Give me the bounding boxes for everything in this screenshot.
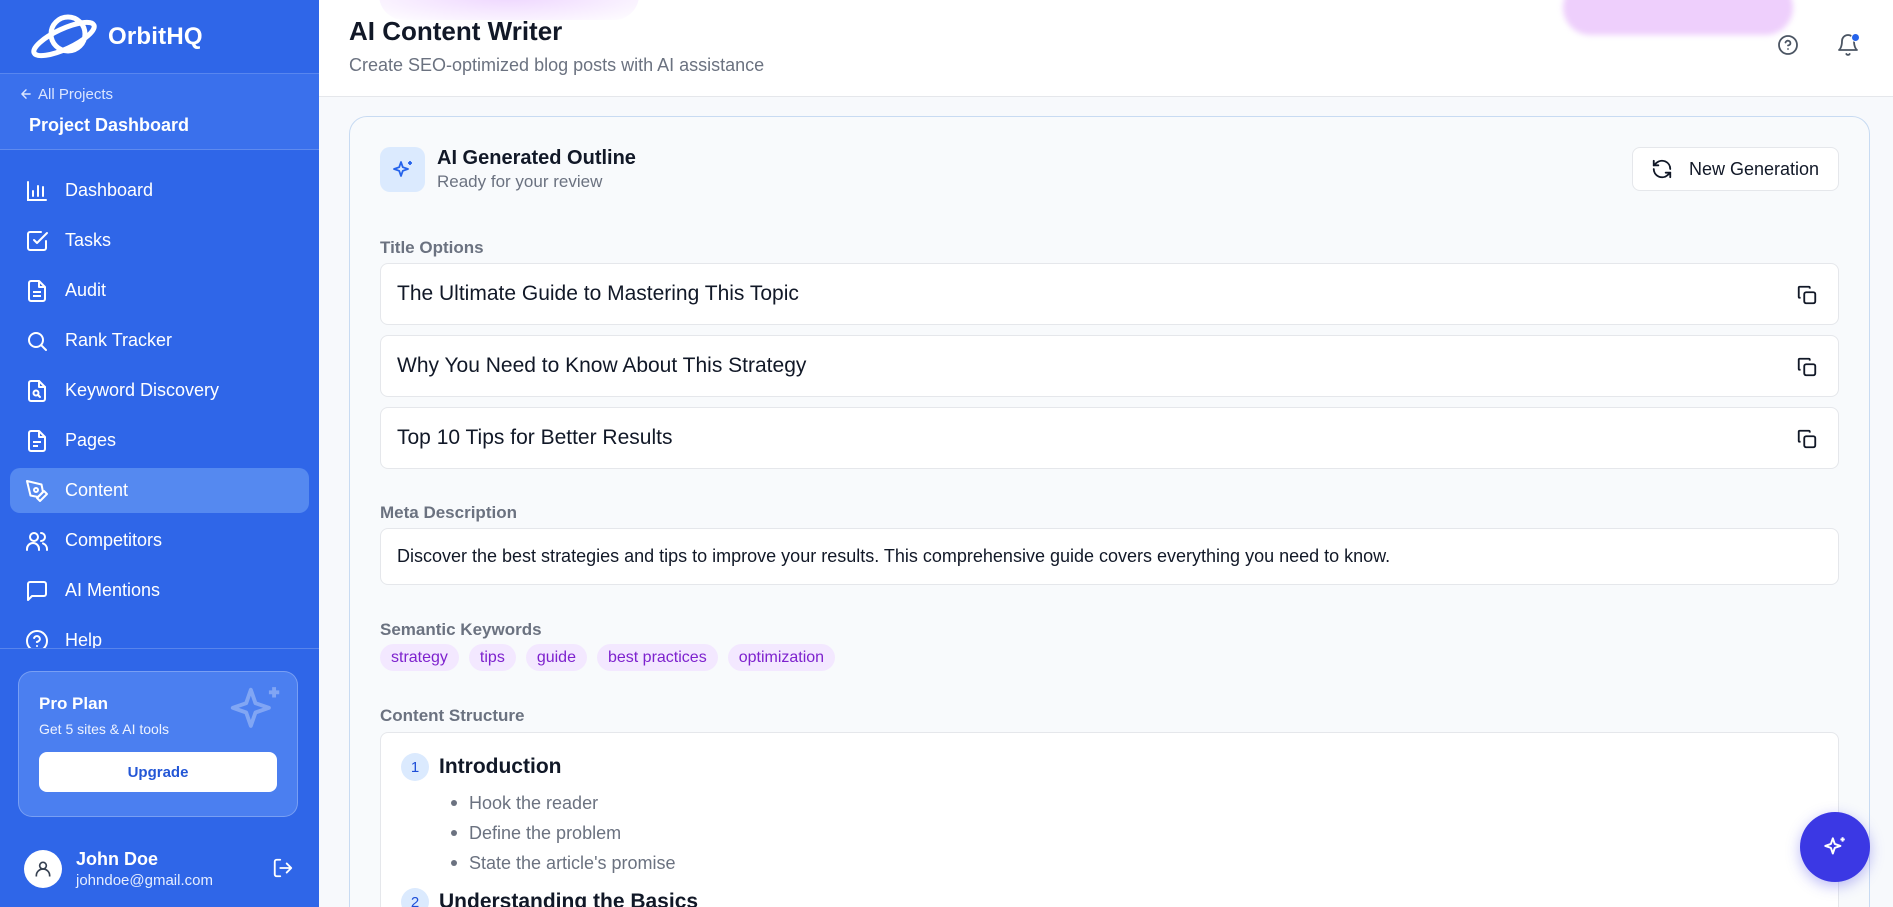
keyword-chip[interactable]: strategy <box>380 644 459 671</box>
section-title: Introduction <box>439 755 562 778</box>
sidebar-item-audit[interactable]: Audit <box>10 268 309 313</box>
sidebar-item-label: AI Mentions <box>65 580 161 600</box>
new-generation-button[interactable]: New Generation <box>1632 147 1839 191</box>
title-option[interactable]: The Ultimate Guide to Mastering This Top… <box>380 263 1839 325</box>
card-title: AI Generated Outline <box>437 147 636 169</box>
content-structure: 1 Introduction Hook the reader Define th… <box>380 732 1839 907</box>
section-point: Hook the reader <box>451 788 676 818</box>
content-structure-label: Content Structure <box>380 706 525 725</box>
notification-dot <box>1851 33 1860 42</box>
sidebar-item-label: Pages <box>65 430 117 450</box>
brand[interactable]: OrbitHQ <box>0 0 319 73</box>
copy-icon[interactable] <box>1796 428 1818 450</box>
card-header: AI Generated Outline Ready for your revi… <box>380 147 636 192</box>
keyword-chip[interactable]: guide <box>525 644 587 671</box>
sidebar-item-content[interactable]: Content <box>10 468 309 513</box>
sidebar-item-keyword-discovery[interactable]: Keyword Discovery <box>10 368 309 413</box>
new-generation-label: New Generation <box>1689 158 1820 179</box>
ai-assistant-button[interactable] <box>1800 812 1870 882</box>
project-title: Project Dashboard <box>29 115 190 135</box>
all-projects-label: All Projects <box>38 85 114 103</box>
divider <box>0 648 319 649</box>
logout-icon[interactable] <box>272 857 294 879</box>
sidebar-item-ai-mentions[interactable]: AI Mentions <box>10 568 309 613</box>
user-name: John Doe <box>76 849 159 869</box>
sidebar-item-pages[interactable]: Pages <box>10 418 309 463</box>
sidebar-item-label: Content <box>65 480 129 500</box>
sparkle-icon <box>230 687 280 728</box>
copy-icon[interactable] <box>1796 356 1818 378</box>
section-point: Define the problem <box>451 818 676 848</box>
title-options-label: Title Options <box>380 238 484 257</box>
page-subtitle: Create SEO-optimized blog posts with AI … <box>349 55 765 75</box>
sidebar: OrbitHQ All Projects Project Dashboard D… <box>0 0 319 907</box>
section-point: State the article's promise <box>451 848 676 878</box>
sidebar-item-dashboard[interactable]: Dashboard <box>10 168 309 213</box>
keyword-chips: strategy tips guide best practices optim… <box>380 644 836 671</box>
refresh-icon <box>1652 159 1672 179</box>
title-option-text: The Ultimate Guide to Mastering This Top… <box>397 282 799 305</box>
project-box: All Projects Project Dashboard <box>0 73 319 150</box>
structure-section[interactable]: 2 Understanding the Basics <box>401 888 698 907</box>
section-points: Hook the reader Define the problem State… <box>451 788 676 878</box>
checkbox-icon <box>27 230 48 251</box>
structure-section[interactable]: 1 Introduction <box>401 753 561 781</box>
document-icon <box>28 279 46 302</box>
keyword-chip[interactable]: tips <box>468 644 516 671</box>
file-search-icon <box>28 379 46 402</box>
user-icon <box>35 861 51 877</box>
sidebar-item-label: Audit <box>65 280 107 300</box>
sidebar-item-label: Dashboard <box>65 180 154 200</box>
sidebar-item-label: Competitors <box>65 530 163 550</box>
user-profile[interactable]: John Doe johndoe@gmail.com <box>24 849 294 889</box>
outline-card: AI Generated Outline Ready for your revi… <box>349 116 1870 907</box>
semantic-keywords-label: Semantic Keywords <box>380 620 542 639</box>
title-option-text: Why You Need to Know About This Strategy <box>397 354 807 377</box>
title-option[interactable]: Why You Need to Know About This Strategy <box>380 335 1839 397</box>
user-email: johndoe@gmail.com <box>76 872 213 889</box>
card-subtitle: Ready for your review <box>437 172 603 191</box>
file-text-icon <box>28 429 46 452</box>
orbit-logo-icon <box>31 14 97 58</box>
sidebar-item-rank-tracker[interactable]: Rank Tracker <box>10 318 309 363</box>
sidebar-item-competitors[interactable]: Competitors <box>10 518 309 563</box>
keyword-chip[interactable]: best practices <box>596 644 718 671</box>
section-title: Understanding the Basics <box>439 890 699 907</box>
arrow-left-icon <box>21 89 31 99</box>
page-title: AI Content Writer <box>349 16 563 46</box>
sidebar-item-label: Tasks <box>65 230 112 250</box>
section-number: 2 <box>401 888 429 907</box>
meta-description-label: Meta Description <box>380 503 517 522</box>
sparkle-icon <box>392 160 412 177</box>
copy-icon[interactable] <box>1796 284 1818 306</box>
brand-name: OrbitHQ <box>108 22 203 50</box>
ai-sparkle-badge <box>380 147 425 192</box>
sidebar-item-label: Keyword Discovery <box>65 380 220 400</box>
title-option[interactable]: Top 10 Tips for Better Results <box>380 407 1839 469</box>
message-square-icon <box>27 580 47 601</box>
meta-description-field[interactable]: Discover the best strategies and tips to… <box>380 528 1839 585</box>
sidebar-item-label: Rank Tracker <box>65 330 173 350</box>
all-projects-link[interactable]: All Projects <box>19 84 319 104</box>
title-option-text: Top 10 Tips for Better Results <box>397 426 673 449</box>
notifications-button[interactable] <box>1836 33 1860 57</box>
help-icon[interactable] <box>1776 33 1800 57</box>
decorative-blob <box>1563 0 1793 35</box>
pen-tool-icon <box>26 479 48 502</box>
keyword-chip[interactable]: optimization <box>727 644 836 671</box>
avatar <box>24 850 62 888</box>
sparkle-icon <box>1824 837 1845 855</box>
users-icon <box>26 531 48 551</box>
search-icon <box>28 331 47 351</box>
pro-plan-card: Pro Plan Get 5 sites & AI tools Upgrade <box>18 671 298 817</box>
upgrade-button[interactable]: Upgrade <box>39 752 277 792</box>
section-number: 1 <box>401 753 429 781</box>
sidebar-nav: Dashboard Tasks Audit Rank Tracker Keywo… <box>0 150 319 663</box>
sidebar-item-tasks[interactable]: Tasks <box>10 218 309 263</box>
page-header: AI Content Writer Create SEO-optimized b… <box>319 0 1893 97</box>
bar-chart-icon <box>27 180 47 201</box>
